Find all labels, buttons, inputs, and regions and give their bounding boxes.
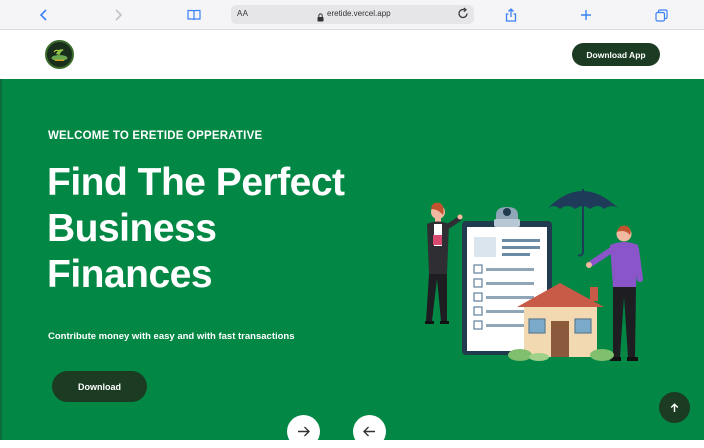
scroll-to-top-button[interactable] [659, 392, 690, 423]
download-button[interactable]: Download [52, 371, 147, 402]
browser-toolbar: AA eretide.vercel.app [0, 0, 704, 30]
prev-slide-button[interactable] [353, 415, 386, 448]
url-text: eretide.vercel.app [327, 9, 391, 18]
tabs-icon[interactable] [651, 5, 671, 25]
brand-logo[interactable] [45, 40, 74, 69]
site-header: Download App [0, 30, 704, 79]
arrow-left-icon [363, 426, 375, 437]
reader-aa-button[interactable]: AA [237, 9, 248, 18]
headline-line-1: Find The Perfect [47, 161, 345, 204]
hero-section: WELCOME TO ERETIDE OPPERATIVE Find The P… [0, 79, 704, 448]
reload-icon[interactable] [457, 7, 469, 25]
back-icon[interactable] [34, 5, 54, 25]
lock-icon [317, 9, 324, 27]
headline-line-2: Business [47, 207, 217, 250]
download-app-button[interactable]: Download App [572, 43, 660, 66]
share-icon[interactable] [501, 5, 521, 25]
address-bar[interactable]: AA eretide.vercel.app [231, 5, 474, 24]
hero-welcome-text: WELCOME TO ERETIDE OPPERATIVE [48, 130, 263, 142]
arrow-right-icon [298, 426, 310, 437]
book-icon[interactable] [184, 5, 204, 25]
plus-icon[interactable] [576, 5, 596, 25]
hero-subtext: Contribute money with easy and with fast… [48, 331, 295, 342]
arrow-up-icon [670, 402, 679, 412]
hero-headline: Find The Perfect Business Finances [47, 160, 345, 298]
headline-line-3: Finances [47, 253, 213, 296]
forward-icon[interactable] [108, 5, 128, 25]
woman-figure [425, 202, 463, 324]
finance-illustration [414, 179, 664, 374]
next-slide-button[interactable] [287, 415, 320, 448]
